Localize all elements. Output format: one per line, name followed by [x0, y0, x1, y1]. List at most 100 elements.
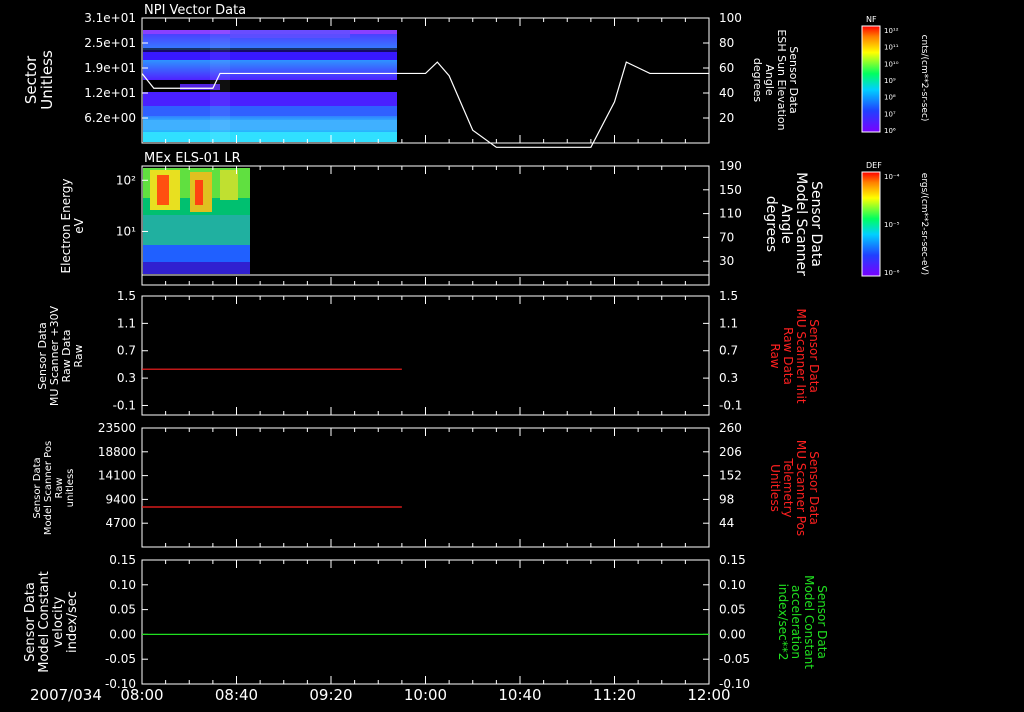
panel4-right-tick-label: 98: [719, 492, 734, 506]
panel1-ylabel-line2: Unitless: [38, 50, 56, 110]
panel1-rlabel-line4: degrees: [751, 58, 764, 103]
panel2-heatmap: [143, 168, 250, 274]
colorbar-1-tick-label: 10⁶: [884, 127, 896, 135]
panel3-right-label: Sensor Data MU Scanner Init Raw Data Raw: [768, 308, 821, 403]
colorbar-1-tick-label: 10⁹: [884, 77, 896, 85]
colorbar-1-gradient: [861, 25, 881, 133]
panel4-right-tick-label: 152: [719, 469, 742, 483]
panel3-rlabel-line4: Raw: [768, 343, 782, 368]
panel4-rlabel-line1: Sensor Data: [807, 451, 821, 525]
panel2-right-label: Sensor Data Model Scanner Angle degrees: [763, 172, 824, 276]
panel5-left-tick-label: 0.10: [109, 578, 136, 592]
panel4-ylabel-line3: Raw: [54, 477, 65, 498]
panel2-rlabel-line1: Sensor Data: [808, 181, 824, 267]
panel1-left-tick-label: 1.2e+01: [84, 86, 136, 100]
panel3-right-tick-label: 0.7: [719, 344, 738, 358]
panel2-rlabel-line2: Model Scanner: [793, 172, 809, 276]
chart-figure: 3.1e+01 2.5e+01 1.9e+01 1.2e+01 6.2e+00 100 80…: [0, 0, 1024, 708]
colorbar-2-unit: ergs/(cm**2-sr-sec-eV): [919, 173, 929, 275]
panel3-rlabel-line3: Raw Data: [781, 327, 795, 385]
panel5-rlabel-line2: Model Constant: [802, 575, 816, 669]
panel5-ylabel-line3: velocity: [51, 596, 66, 647]
x-tick-label: 10:40: [498, 686, 541, 704]
colorbar-1-tick-label: 10¹¹: [884, 44, 899, 52]
panel2-left-tick-label: 10²: [116, 173, 136, 187]
colorbar-1-tick-label: 10⁷: [884, 110, 896, 118]
panel3-ylabel-line4: Raw: [72, 344, 85, 367]
panel4-rlabel-line4: Unitless: [768, 464, 782, 512]
panel2-right-tick-label: 190: [719, 159, 742, 173]
panel4-rlabel-line2: MU Scanner Pos: [794, 440, 808, 536]
panel4-ylabel-line4: unitless: [65, 469, 76, 508]
panel4-right-label: Sensor Data MU Scanner Pos Telemetry Uni…: [768, 440, 821, 536]
panel3-left-tick-label: 1.1: [117, 316, 136, 330]
panel2-ylabel: Electron Energy eV: [59, 178, 86, 273]
panel4-ylabel: Sensor Data Model Scanner Pos Raw unitle…: [32, 441, 76, 535]
panel1-right-label: Sensor Data ESH Sun Elevation Angle degr…: [751, 29, 800, 130]
panel2-ylabel-line2: eV: [72, 217, 86, 233]
panel4-ylabel-line1: Sensor Data: [32, 457, 43, 518]
panel1-left-tick-label: 6.2e+00: [84, 111, 136, 125]
panel3-right-tick-label: 0.3: [719, 371, 738, 385]
panel4-left-tick-label: 18800: [98, 445, 136, 459]
colorbar-1-tick-label: 10⁸: [884, 94, 896, 102]
panel4-right-tick-label: 44: [719, 516, 734, 530]
panel4-left-tick-label: 4700: [105, 516, 136, 530]
colorbar-1-unit: cnts/(cm**2-sr-sec): [919, 35, 929, 122]
x-tick-label: 08:00: [120, 686, 163, 704]
panel1-right-tick-label: 100: [719, 11, 742, 25]
colorbar-1-tick-label: 10¹²: [884, 27, 899, 35]
colorbar-2-title: DEF: [866, 161, 882, 170]
panel5-left-tick-label: 0.15: [109, 553, 136, 567]
colorbar-1-tick-label: 10¹⁰: [884, 60, 899, 68]
panel3-frame: [141, 295, 710, 416]
panel5-right-label: Sensor Data Model Constant acceleration …: [776, 575, 829, 669]
panel1-left-tick-label: 1.9e+01: [84, 61, 136, 75]
panel4-right-tick-label: 260: [719, 421, 742, 435]
panel2-left-tick-label: 10¹: [116, 224, 136, 238]
panel5-right-tick-label: -0.05: [719, 652, 750, 666]
x-tick-label: 11:20: [593, 686, 636, 704]
panel3-right-tick-label: -0.1: [719, 398, 742, 412]
panel4-frame: [141, 427, 710, 548]
panel2-rlabel-line3: Angle: [778, 204, 794, 244]
colorbar-2-tick-label: 10⁻⁴: [884, 173, 900, 181]
panel3-rlabel-line1: Sensor Data: [807, 319, 821, 393]
colorbar-1-title: NF: [866, 15, 877, 24]
panel2-right-tick-label: 70: [719, 230, 734, 244]
panel4-rlabel-line3: Telemetry: [781, 457, 795, 517]
panel5-right-tick-label: 0.05: [719, 603, 746, 617]
panel5-rlabel-line4: index/sec**2: [776, 584, 790, 661]
x-axis-date: 2007/034: [30, 686, 102, 704]
panel5-right-tick-label: 0.00: [719, 627, 746, 641]
panel3-left-tick-label: -0.1: [113, 398, 136, 412]
panel1-ylabel: Sector Unitless: [22, 50, 56, 110]
colorbar-2-tick-label: 10⁻⁶: [884, 269, 900, 277]
panel1-left-tick-label: 3.1e+01: [84, 11, 136, 25]
panel3-rlabel-line2: MU Scanner Init: [794, 308, 808, 403]
chart-svg: 3.1e+01 2.5e+01 1.9e+01 1.2e+01 6.2e+00 100 80…: [22, 3, 929, 704]
panel5-rlabel-line3: acceleration: [789, 585, 803, 659]
panel3-ylabel: Sensor Data MU Scanner +30V Raw Data Raw: [36, 305, 85, 406]
panel5-right-tick-label: 0.15: [719, 553, 746, 567]
panel3-left-tick-label: 0.3: [117, 371, 136, 385]
panel1-heatmap: [143, 30, 397, 142]
panel3-right-tick-label: 1.1: [719, 316, 738, 330]
panel1-right-tick-label: 80: [719, 36, 734, 50]
panel5-frame: [141, 559, 710, 685]
x-tick-label: 10:00: [404, 686, 447, 704]
panel5-ylabel-line1: Sensor Data: [23, 582, 38, 662]
colorbar-2-tick-label: 10⁻⁵: [884, 221, 900, 229]
panel5-rlabel-line1: Sensor Data: [815, 585, 829, 659]
x-tick-label: 08:40: [215, 686, 258, 704]
x-tick-label: 12:00: [687, 686, 730, 704]
panel5-right-tick-label: 0.10: [719, 578, 746, 592]
panel2-right-tick-label: 150: [719, 183, 742, 197]
panel1-right-tick-label: 40: [719, 86, 734, 100]
panel2-right-tick-label: 110: [719, 207, 742, 221]
panel4-ylabel-line2: Model Scanner Pos: [43, 441, 54, 535]
panel1-right-tick-label: 20: [719, 111, 734, 125]
panel4-left-tick-label: 14100: [98, 469, 136, 483]
panel2-ylabel-line1: Electron Energy: [59, 178, 73, 273]
panel3-left-tick-label: 1.5: [117, 289, 136, 303]
